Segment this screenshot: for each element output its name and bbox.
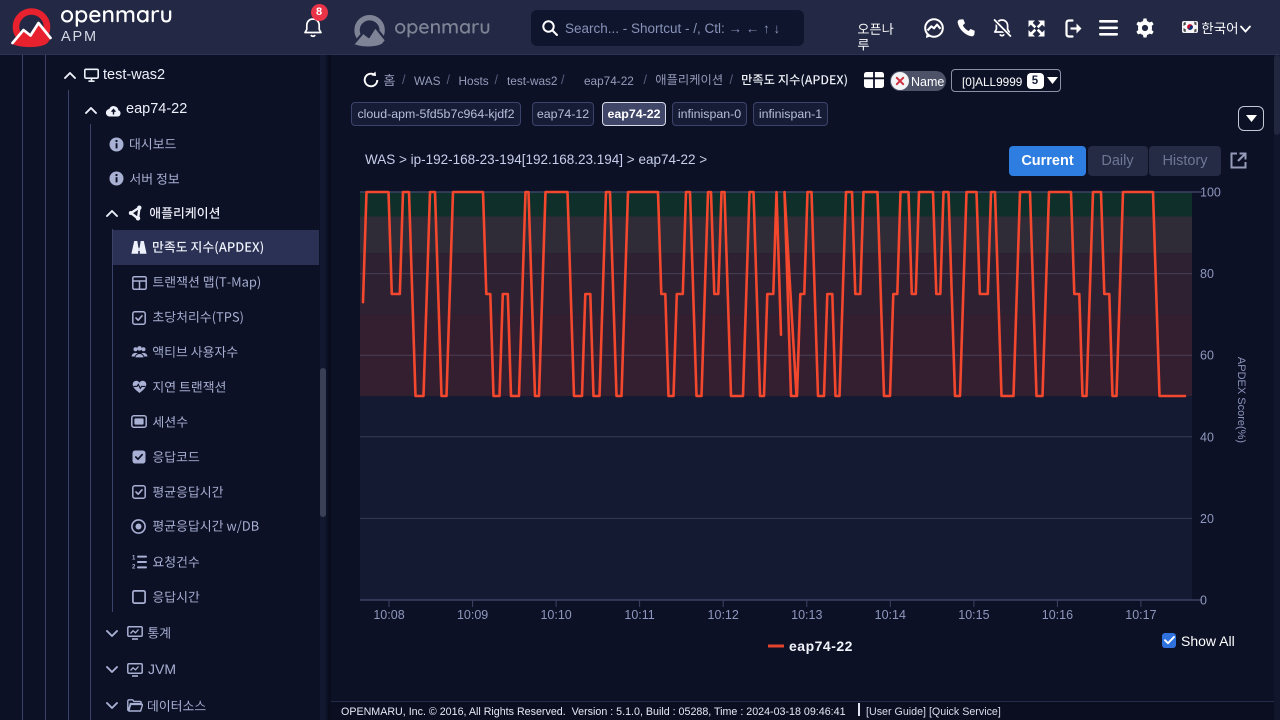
- svg-text:10:08: 10:08: [373, 608, 404, 622]
- svg-text:eap74-22: eap74-22: [789, 638, 853, 654]
- svg-text:10:11: 10:11: [624, 608, 654, 622]
- svg-text:60: 60: [1200, 349, 1214, 363]
- svg-text:10:15: 10:15: [958, 608, 989, 622]
- svg-text:2: 2: [132, 564, 136, 569]
- svg-text:1: 1: [132, 555, 136, 561]
- svg-text:10:12: 10:12: [708, 608, 739, 622]
- svg-text:10:10: 10:10: [540, 608, 571, 622]
- svg-text:40: 40: [1200, 430, 1214, 444]
- svg-text:10:09: 10:09: [457, 608, 488, 622]
- svg-text:10:13: 10:13: [791, 608, 822, 622]
- svg-text:0: 0: [1200, 594, 1207, 608]
- svg-text:APDEX Score(%): APDEX Score(%): [1235, 357, 1247, 443]
- svg-text:10:14: 10:14: [875, 608, 906, 622]
- svg-text:10:17: 10:17: [1125, 608, 1156, 622]
- svg-text:20: 20: [1200, 512, 1214, 526]
- svg-text:10:16: 10:16: [1042, 608, 1073, 622]
- svg-text:100: 100: [1200, 186, 1221, 200]
- svg-text:80: 80: [1200, 267, 1214, 281]
